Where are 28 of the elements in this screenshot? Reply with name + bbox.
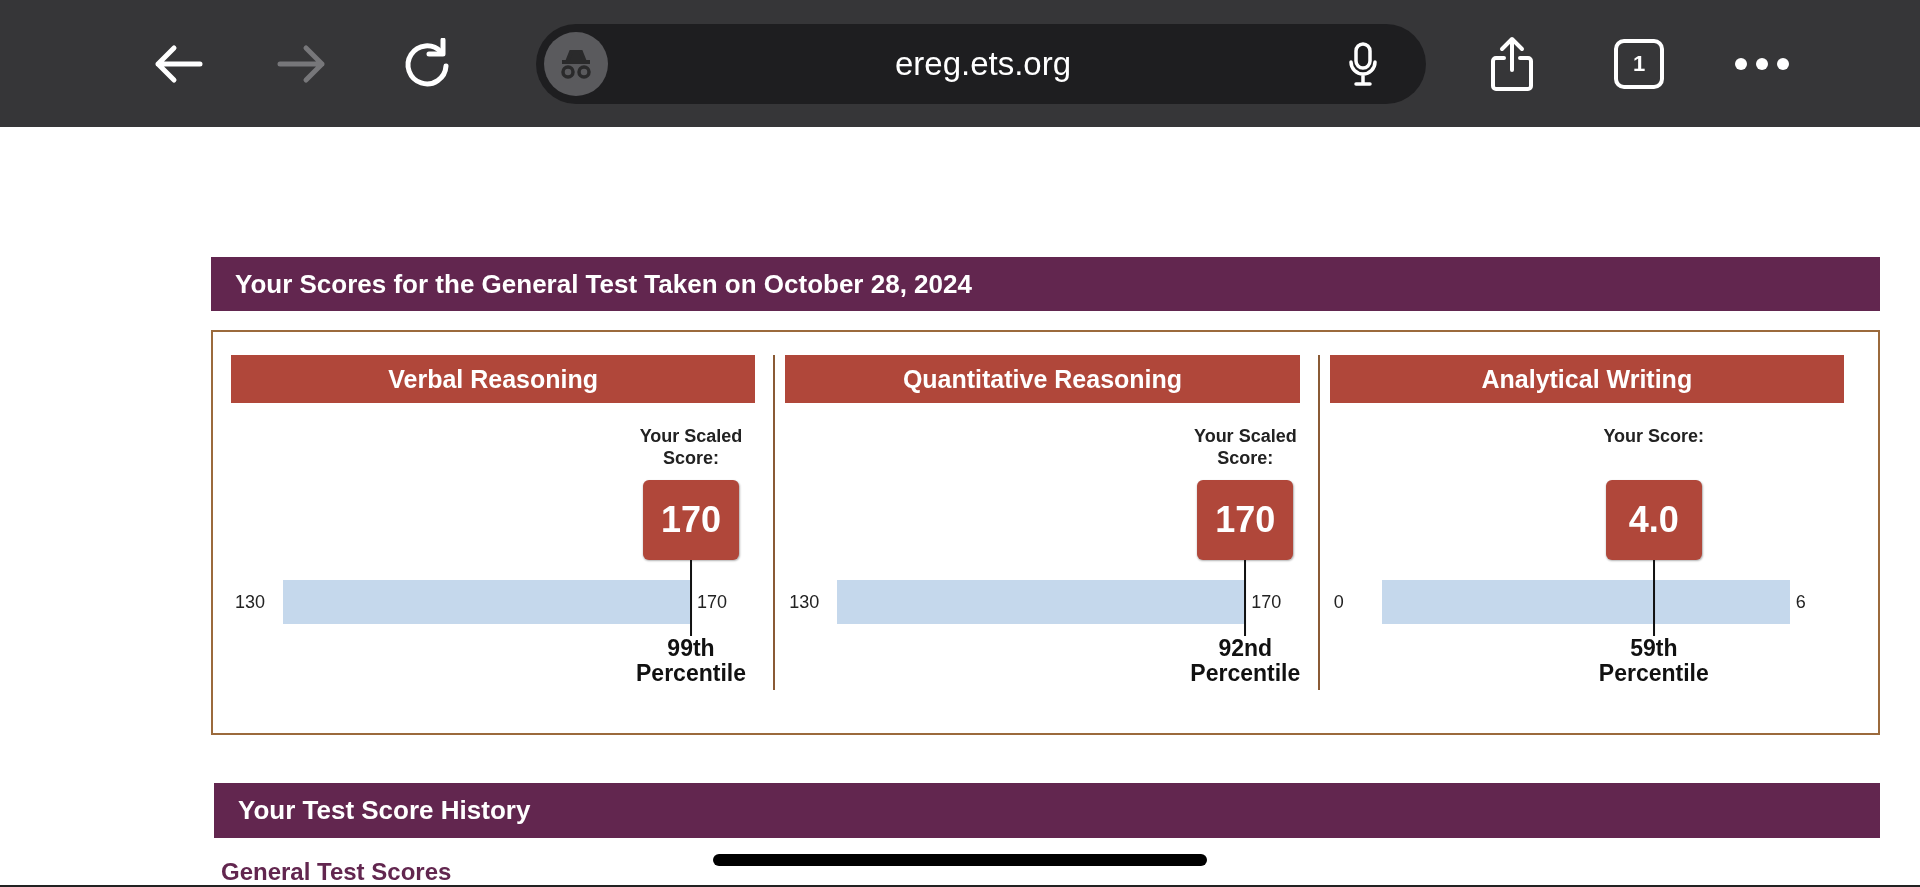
scale-min-label: 0 <box>1332 591 1345 613</box>
subsection-title: General Test Scores <box>221 858 452 885</box>
score-caption: Your Scaled Score: <box>1192 425 1298 470</box>
measure-header: Quantitative Reasoning <box>785 355 1300 403</box>
more-icon[interactable] <box>1734 56 1790 71</box>
tabs-button[interactable]: 1 <box>1614 38 1664 89</box>
section-header: Your Test Score History <box>214 783 1880 838</box>
percentile-text: 92nd Percentile <box>1190 636 1301 686</box>
scale-max-label: 170 <box>1250 591 1283 613</box>
percentile-text: 59th Percentile <box>1598 636 1709 686</box>
microphone-icon[interactable] <box>1348 41 1378 86</box>
measure-header: Verbal Reasoning <box>231 355 756 403</box>
scale-max-label: 6 <box>1794 591 1807 613</box>
incognito-icon[interactable] <box>544 31 608 96</box>
score-caption: Your Score: <box>1602 425 1706 448</box>
percentile-text: 99th Percentile <box>636 636 746 686</box>
score-badge: 170 <box>1197 480 1294 560</box>
share-icon[interactable] <box>1488 35 1536 92</box>
score-badge: 170 <box>643 480 739 560</box>
address-bar[interactable]: ereg.ets.org <box>536 23 1426 104</box>
scale-min-label: 130 <box>788 591 821 613</box>
scale-min-label: 130 <box>234 591 267 613</box>
section-header: Your Scores for the General Test Taken on October 28, 2024 <box>211 257 1880 311</box>
score-badge: 4.0 <box>1605 480 1702 560</box>
scale-max-label: 170 <box>696 591 729 613</box>
url-text: ereg.ets.org <box>893 44 1073 83</box>
measure-header: Analytical Writing <box>1329 355 1844 403</box>
score-caption: Your Scaled Score: <box>638 425 744 470</box>
